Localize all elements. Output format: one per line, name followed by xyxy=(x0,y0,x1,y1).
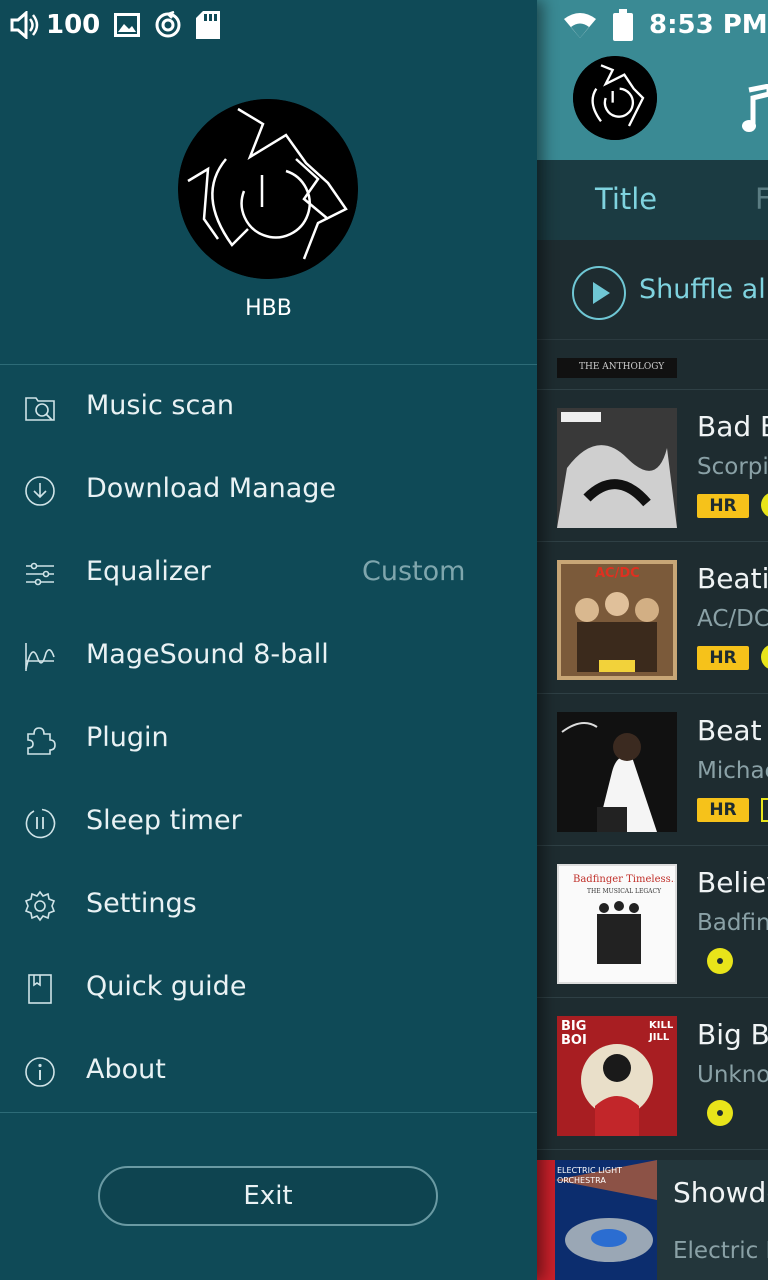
album-thumb: AC/DC xyxy=(557,560,677,680)
song-artist: AC/DC xyxy=(697,606,768,632)
list-item[interactable]: Bad B Scorpic HR xyxy=(537,390,768,542)
song-artist: Unknov xyxy=(697,1062,768,1088)
shuffle-all-button[interactable]: Shuffle all xyxy=(537,240,768,340)
list-item-partial[interactable]: THE ANTHOLOGY xyxy=(537,340,768,390)
clock: 8:53 PM xyxy=(649,10,768,40)
song-list-screen: 8:53 PM Title F Shuffle all THE ANTHOLOG… xyxy=(537,0,768,1280)
navigation-drawer: 100 HBB Music scan Download Manage Equal… xyxy=(0,0,537,1280)
disc-icon xyxy=(707,948,733,974)
song-artist: Scorpic xyxy=(697,454,768,480)
disc-icon xyxy=(707,1100,733,1126)
hi-res-badge: HR xyxy=(697,494,749,518)
album-thumb: BIG BOI KILL JILL xyxy=(557,1016,677,1136)
menu-item-magesound[interactable]: MageSound 8-ball xyxy=(0,615,537,698)
menu-item-about[interactable]: About xyxy=(0,1030,537,1113)
equalizer-sliders-icon xyxy=(26,562,54,586)
divider xyxy=(0,1112,537,1113)
song-artist: Michae xyxy=(697,758,768,784)
music-note-icon[interactable] xyxy=(741,84,768,134)
menu-item-quick-guide[interactable]: Quick guide xyxy=(0,947,537,1030)
menu-item-label: Equalizer xyxy=(86,556,211,587)
menu-item-label: Plugin xyxy=(86,722,169,753)
now-playing-bar[interactable]: ELECTRIC LIGHT ORCHESTRA Showdo Electric… xyxy=(537,1160,768,1280)
song-title: Beatir xyxy=(697,562,768,595)
album-thumb: Badfinger Timeless... THE MUSICAL LEGACY xyxy=(557,864,677,984)
now-playing-artist: Electric L xyxy=(673,1238,768,1264)
menu-item-music-scan[interactable]: Music scan xyxy=(0,366,537,449)
now-playing-thumb: ELECTRIC LIGHT ORCHESTRA xyxy=(537,1160,657,1280)
drawer-menu: Music scan Download Manage Equalizer Cus… xyxy=(0,366,537,1113)
menu-item-label: MageSound 8-ball xyxy=(86,639,329,670)
menu-item-settings[interactable]: Settings xyxy=(0,864,537,947)
folder-search-icon xyxy=(25,397,55,421)
badge-outline xyxy=(761,798,768,822)
song-title: Beat xyxy=(697,714,762,747)
puzzle-icon xyxy=(27,727,56,755)
shuffle-all-label: Shuffle all xyxy=(639,274,768,305)
speaker-icon xyxy=(10,11,39,39)
volume-value: 100 xyxy=(46,10,101,40)
list-item[interactable]: Badfinger Timeless... THE MUSICAL LEGACY… xyxy=(537,846,768,998)
play-circle-icon xyxy=(572,266,626,320)
library-tabs: Title F xyxy=(537,160,768,240)
info-icon xyxy=(25,1057,55,1087)
waveform-icon xyxy=(25,643,55,671)
gear-icon xyxy=(24,890,56,922)
book-icon xyxy=(28,974,52,1004)
volume-indicator: 100 xyxy=(10,10,100,40)
menu-item-label: Settings xyxy=(86,888,197,919)
tab-next[interactable]: F xyxy=(755,182,768,216)
disc-icon xyxy=(761,492,768,518)
sd-card-icon xyxy=(196,11,221,39)
menu-item-download-manage[interactable]: Download Manage xyxy=(0,449,537,532)
song-title: Bad B xyxy=(697,410,768,443)
song-title: Big Bo xyxy=(697,1018,768,1051)
hi-res-badge: HR xyxy=(697,798,749,822)
status-bar-right: 8:53 PM xyxy=(537,0,768,50)
album-thumb: THE ANTHOLOGY xyxy=(557,358,677,378)
menu-item-equalizer[interactable]: Equalizer Custom xyxy=(0,532,537,615)
wifi-icon xyxy=(564,13,596,38)
now-playing-title: Showdo xyxy=(673,1176,768,1209)
image-icon xyxy=(114,13,141,37)
status-bar-left: 100 xyxy=(0,0,537,50)
divider xyxy=(0,364,537,365)
user-avatar-small[interactable] xyxy=(573,56,657,140)
menu-item-plugin[interactable]: Plugin xyxy=(0,698,537,781)
menu-item-sleep-timer[interactable]: Sleep timer xyxy=(0,781,537,864)
list-item[interactable]: AC/DC Beatir AC/DC HR xyxy=(537,542,768,694)
exit-button[interactable]: Exit xyxy=(98,1166,438,1226)
tab-title[interactable]: Title xyxy=(595,182,657,216)
sync-icon xyxy=(155,11,181,38)
list-item[interactable]: Beat Michae HR xyxy=(537,694,768,846)
equalizer-preset-value: Custom xyxy=(362,556,466,587)
menu-item-label: Download Manage xyxy=(86,473,337,504)
disc-icon xyxy=(761,644,768,670)
song-artist: Badfing xyxy=(697,910,768,936)
battery-icon xyxy=(613,9,633,41)
song-title: Believ xyxy=(697,866,768,899)
main-header: 8:53 PM xyxy=(537,0,768,160)
list-item[interactable]: BIG BOI KILL JILL Big Bo Unknov xyxy=(537,998,768,1150)
menu-item-label: Quick guide xyxy=(86,971,247,1002)
menu-item-label: Sleep timer xyxy=(86,805,242,836)
user-name: HBB xyxy=(245,296,292,321)
album-thumb xyxy=(557,408,677,528)
menu-item-label: Music scan xyxy=(86,390,234,421)
album-thumb xyxy=(557,712,677,832)
download-icon xyxy=(25,476,55,506)
hi-res-badge: HR xyxy=(697,646,749,670)
menu-item-label: About xyxy=(86,1054,166,1085)
sleep-timer-icon xyxy=(25,808,56,839)
user-avatar[interactable] xyxy=(178,99,358,279)
